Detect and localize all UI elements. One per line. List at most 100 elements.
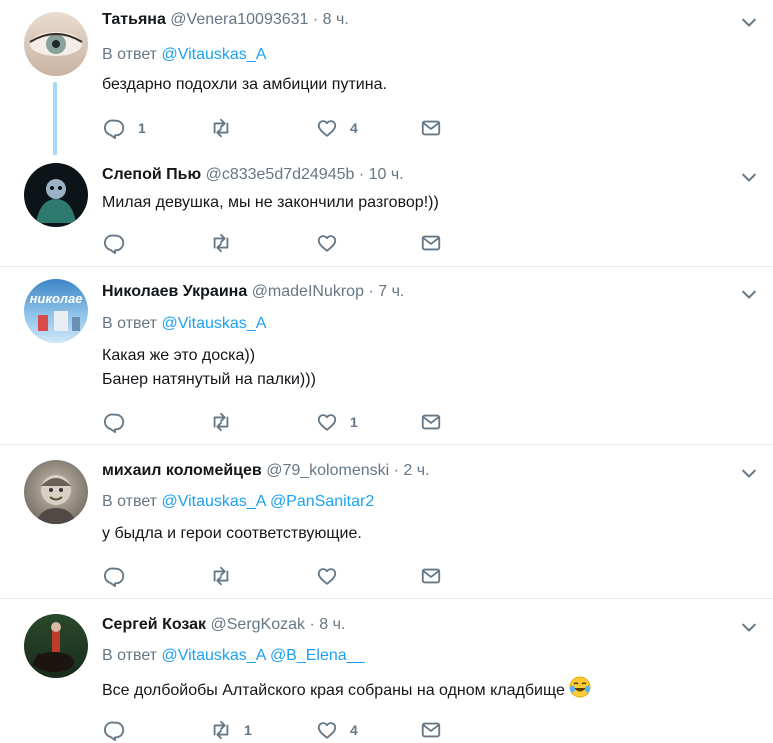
reply-button[interactable] [104, 717, 138, 743]
tweet[interactable]: михаил коломейцев @79_kolomenski · 2 ч. … [0, 444, 773, 598]
author-handle[interactable]: @SergKozak [211, 616, 306, 633]
reply-button[interactable] [104, 563, 138, 589]
retweet-icon [210, 117, 232, 139]
like-icon [316, 565, 338, 587]
reply-prefix: В ответ [102, 647, 158, 664]
retweet-icon [210, 719, 232, 741]
like-icon [316, 232, 338, 254]
mention-link[interactable]: @Vitauskas_A [161, 493, 265, 510]
retweet-button[interactable] [210, 115, 244, 141]
tweet-header: михаил коломейцев @79_kolomenski · 2 ч. [102, 459, 430, 483]
separator-dot: · [312, 11, 319, 28]
separator-dot: · [309, 616, 315, 633]
tweet[interactable]: Татьяна @Venera10093631 · 8 ч. В ответ @… [0, 0, 773, 155]
like-icon [316, 117, 338, 139]
tweet-header: Татьяна @Venera10093631 · 8 ч. [102, 8, 349, 32]
like-button[interactable] [316, 230, 350, 256]
reply-button[interactable] [104, 230, 138, 256]
reply-context: В ответ @Vitauskas_A [102, 44, 266, 66]
mention-link[interactable]: @Vitauskas_A [161, 647, 265, 664]
direct-message-button[interactable] [420, 717, 442, 743]
chevron-down-icon[interactable] [737, 464, 761, 484]
like-count: 4 [350, 722, 358, 738]
reply-button[interactable] [104, 409, 138, 435]
timestamp[interactable]: 2 ч. [403, 462, 429, 479]
author-handle[interactable]: @madeINukrop [252, 283, 364, 300]
retweet-icon [210, 565, 232, 587]
tweet-header: Слепой Пью @c833e5d7d24945b · 10 ч. [102, 163, 404, 187]
like-button[interactable] [316, 563, 350, 589]
retweet-button[interactable] [210, 563, 244, 589]
timestamp[interactable]: 7 ч. [378, 283, 404, 300]
timestamp[interactable]: 10 ч. [369, 166, 404, 183]
direct-message-icon [420, 411, 442, 433]
separator-dot: · [358, 166, 365, 183]
author-handle[interactable]: @c833e5d7d24945b [206, 166, 355, 183]
tweet[interactable]: Сергей Козак @SergKozak · 8 ч. В ответ @… [0, 598, 773, 739]
tweet-text: Какая же это доска)) Банер натянутый на … [102, 344, 316, 392]
retweet-button[interactable] [210, 230, 244, 256]
chevron-down-icon[interactable] [737, 618, 761, 638]
tweet-text: у быдла и герои соответствующие. [102, 522, 362, 546]
author-name[interactable]: Слепой Пью [102, 166, 201, 183]
mention-link[interactable]: @Vitauskas_A [161, 46, 266, 63]
direct-message-button[interactable] [420, 230, 442, 256]
author-name[interactable]: Сергей Козак [102, 616, 206, 633]
direct-message-button[interactable] [420, 409, 442, 435]
tweet-text-line: бездарно подохли за амбиции путина. [102, 76, 387, 93]
reply-prefix: В ответ [102, 315, 158, 332]
tweet-text: бездарно подохли за амбиции путина. [102, 73, 387, 97]
tweet-text-line: Милая девушка, мы не закончили разговор!… [102, 194, 439, 211]
reply-context: В ответ @Vitauskas_A [102, 313, 266, 335]
like-button[interactable]: 4 [316, 717, 358, 743]
like-count: 1 [350, 414, 358, 430]
replies-feed: Татьяна @Venera10093631 · 8 ч. В ответ @… [0, 0, 773, 739]
avatar[interactable] [24, 614, 88, 678]
mention-link[interactable]: @PanSanitar2 [270, 493, 374, 510]
direct-message-button[interactable] [420, 115, 442, 141]
like-button[interactable]: 1 [316, 409, 358, 435]
timestamp[interactable]: 8 ч. [323, 11, 349, 28]
author-name[interactable]: Николаев Украина [102, 283, 247, 300]
direct-message-icon [420, 232, 442, 254]
chevron-down-icon[interactable] [737, 285, 761, 305]
direct-message-button[interactable] [420, 563, 442, 589]
direct-message-icon [420, 719, 442, 741]
tweet-text-line: у быдла и герои соответствующие. [102, 525, 362, 542]
chevron-down-icon[interactable] [737, 13, 761, 33]
thread-line [53, 82, 57, 155]
tweet[interactable]: николае Николаев Украина @madeINukrop · … [0, 266, 773, 444]
reply-count: 1 [138, 120, 146, 136]
tweet-text-line: Банер натянутый на палки))) [102, 371, 316, 388]
retweet-button[interactable] [210, 409, 244, 435]
reply-button[interactable]: 1 [104, 115, 146, 141]
direct-message-icon [420, 117, 442, 139]
author-name[interactable]: михаил коломейцев [102, 462, 262, 479]
tweet-text-line: Какая же это доска)) [102, 347, 256, 364]
tweet-actions: 1 4 [104, 115, 444, 141]
tweet-actions: 1 [104, 409, 444, 435]
author-handle[interactable]: @79_kolomenski [266, 462, 389, 479]
avatar[interactable]: николае [24, 279, 88, 343]
tears-of-joy-emoji [569, 676, 591, 698]
timestamp[interactable]: 8 ч. [319, 616, 345, 633]
mention-link[interactable]: @B_Elena__ [270, 647, 365, 664]
chevron-down-icon[interactable] [737, 168, 761, 188]
tweet-text: Милая девушка, мы не закончили разговор!… [102, 191, 439, 215]
mention-link[interactable]: @Vitauskas_A [161, 315, 266, 332]
author-name[interactable]: Татьяна [102, 11, 166, 28]
reply-prefix: В ответ [102, 46, 158, 63]
retweet-count: 1 [244, 722, 252, 738]
reply-icon [104, 232, 126, 254]
tweet-actions [104, 230, 444, 256]
avatar[interactable] [24, 163, 88, 227]
separator-dot: · [368, 283, 374, 300]
retweet-icon [210, 232, 232, 254]
tweet-text-line: Все долбойобы Алтайского края собраны на… [102, 682, 565, 699]
avatar[interactable] [24, 460, 88, 524]
author-handle[interactable]: @Venera10093631 [170, 11, 308, 28]
retweet-button[interactable]: 1 [210, 717, 252, 743]
tweet[interactable]: Слепой Пью @c833e5d7d24945b · 10 ч. Мила… [0, 155, 773, 266]
avatar[interactable] [24, 12, 88, 76]
like-button[interactable]: 4 [316, 115, 358, 141]
